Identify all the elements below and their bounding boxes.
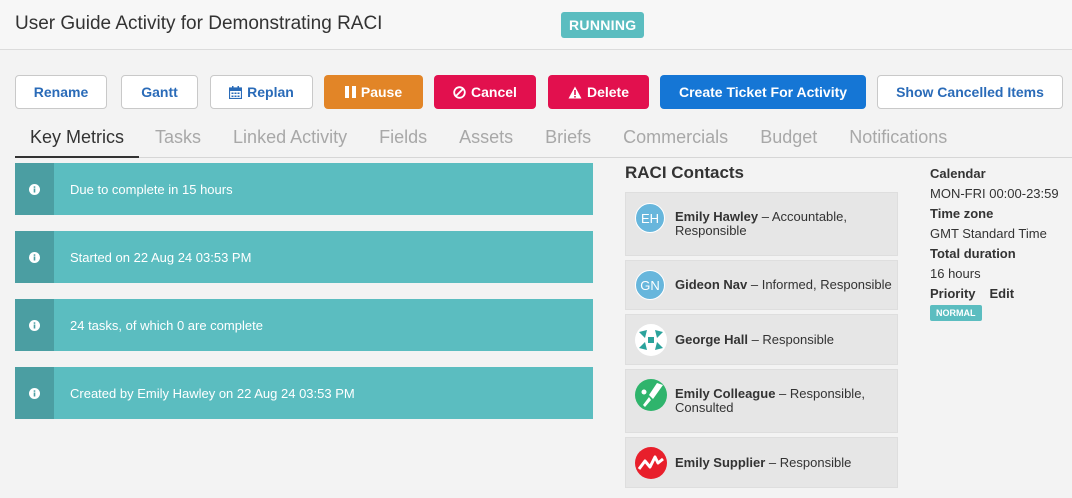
duration-label: Total duration xyxy=(930,246,1016,261)
contact-name: Emily Colleague xyxy=(675,386,776,401)
pause-button[interactable]: Pause xyxy=(324,75,423,109)
priority-label: Priority xyxy=(930,286,976,301)
page-title: User Guide Activity for Demonstrating RA… xyxy=(15,13,383,34)
timezone-label: Time zone xyxy=(930,206,994,221)
priority-edit-link[interactable]: Edit xyxy=(990,286,1015,301)
avatar xyxy=(635,447,667,479)
info-icon xyxy=(15,163,54,215)
timezone-value: GMT Standard Time xyxy=(930,226,1047,241)
page-header: User Guide Activity for Demonstrating RA… xyxy=(0,0,1072,50)
metric-tasks-text: 24 tasks, of which 0 are complete xyxy=(70,317,263,333)
info-icon xyxy=(15,299,54,351)
tab-briefs[interactable]: Briefs xyxy=(529,126,607,158)
tab-assets[interactable]: Assets xyxy=(443,126,529,158)
create-ticket-label: Create Ticket For Activity xyxy=(678,84,848,100)
priority-row: Priority Edit xyxy=(930,286,1070,301)
gantt-label: Gantt xyxy=(141,84,178,100)
pause-icon xyxy=(344,86,356,98)
identicon-teal-icon xyxy=(635,324,667,356)
contact-card[interactable]: EH Emily Hawley – Accountable, Responsib… xyxy=(625,192,898,256)
contact-roles: – Informed, Responsible xyxy=(747,277,892,292)
replan-label: Replan xyxy=(247,84,294,100)
tab-commercials[interactable]: Commercials xyxy=(607,126,744,158)
calendar-icon xyxy=(229,85,243,99)
tab-bar: Key Metrics Tasks Linked Activity Fields… xyxy=(15,126,963,158)
calendar-value: MON-FRI 00:00-23:59 xyxy=(930,186,1059,201)
contact-name: Gideon Nav xyxy=(675,277,748,292)
raci-title: RACI Contacts xyxy=(625,163,745,182)
tab-tasks[interactable]: Tasks xyxy=(139,126,217,158)
duration-value: 16 hours xyxy=(930,266,981,281)
delete-button[interactable]: Delete xyxy=(548,75,649,109)
avatar xyxy=(635,379,667,411)
tab-key-metrics[interactable]: Key Metrics xyxy=(15,126,140,158)
contact-name: Emily Hawley xyxy=(675,209,759,224)
metric-created-text: Created by Emily Hawley on 22 Aug 24 03:… xyxy=(70,385,355,401)
priority-badge: NORMAL xyxy=(930,305,982,321)
rename-label: Rename xyxy=(33,84,89,100)
avatar: GN xyxy=(635,270,665,300)
replan-button[interactable]: Replan xyxy=(210,75,313,109)
contact-name: Emily Supplier xyxy=(675,455,766,470)
warning-icon xyxy=(568,86,582,99)
show-cancelled-label: Show Cancelled Items xyxy=(896,84,1044,100)
avatar: EH xyxy=(635,203,665,233)
identicon-green-icon xyxy=(635,379,667,411)
contact-roles: – Responsible xyxy=(747,332,834,347)
status-badge: RUNNING xyxy=(561,12,645,38)
cancel-label: Cancel xyxy=(471,84,517,100)
create-ticket-button[interactable]: Create Ticket For Activity xyxy=(660,75,866,109)
info-icon xyxy=(15,367,54,419)
tab-notifications[interactable]: Notifications xyxy=(833,126,963,158)
cancel-button[interactable]: Cancel xyxy=(434,75,536,109)
contact-card[interactable]: George Hall – Responsible xyxy=(625,314,898,365)
contact-card[interactable]: Emily Supplier – Responsible xyxy=(625,437,898,488)
metric-started-text: Started on 22 Aug 24 03:53 PM xyxy=(70,249,252,265)
metric-tasks: 24 tasks, of which 0 are complete xyxy=(15,299,593,351)
info-icon xyxy=(15,231,54,283)
metric-due-text: Due to complete in 15 hours xyxy=(70,181,233,197)
avatar xyxy=(635,324,667,356)
tab-budget[interactable]: Budget xyxy=(744,126,833,158)
pause-label: Pause xyxy=(360,84,403,100)
delete-label: Delete xyxy=(586,84,630,100)
metric-due: Due to complete in 15 hours xyxy=(15,163,593,215)
calendar-label: Calendar xyxy=(930,166,986,181)
tab-fields[interactable]: Fields xyxy=(363,126,443,158)
contact-roles: – Responsible xyxy=(765,455,852,470)
show-cancelled-button[interactable]: Show Cancelled Items xyxy=(877,75,1063,109)
gantt-button[interactable]: Gantt xyxy=(121,75,198,109)
tab-linked-activity[interactable]: Linked Activity xyxy=(217,126,363,158)
identicon-red-icon xyxy=(635,447,667,479)
metric-created: Created by Emily Hawley on 22 Aug 24 03:… xyxy=(15,367,593,419)
rename-button[interactable]: Rename xyxy=(15,75,107,109)
metric-started: Started on 22 Aug 24 03:53 PM xyxy=(15,231,593,283)
ban-icon xyxy=(453,85,466,99)
contact-name: George Hall xyxy=(675,332,748,347)
contact-card[interactable]: GN Gideon Nav – Informed, Responsible xyxy=(625,260,898,310)
contact-card[interactable]: Emily Colleague – Responsible, Consulted xyxy=(625,369,898,433)
